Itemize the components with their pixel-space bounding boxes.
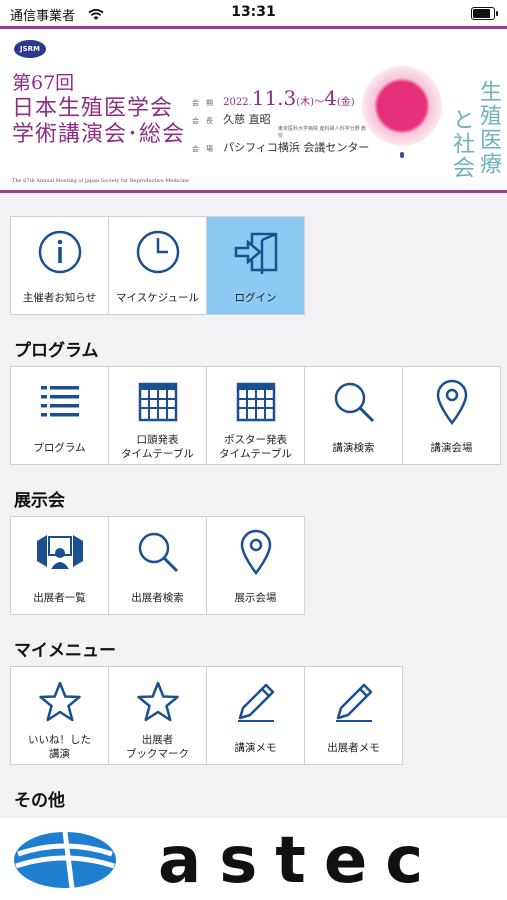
login-icon bbox=[207, 229, 304, 275]
astec-logo-icon bbox=[12, 830, 118, 894]
banner-top-line bbox=[0, 26, 507, 29]
tile-label: 講演メモ bbox=[234, 742, 277, 754]
banner-venue-row: 会 場 パシフィコ横浜 会議センター bbox=[192, 136, 369, 158]
tile-liked-lectures[interactable]: いいね！した 講演 bbox=[10, 666, 109, 765]
tile-exhibitor-list[interactable]: 出展者一覧 bbox=[10, 516, 109, 615]
dates-tail: (金) bbox=[336, 97, 355, 108]
banner-theme-col2: と社会 bbox=[449, 108, 474, 180]
status-bar: 通信事業者 13:31 bbox=[0, 0, 507, 26]
program-grid: プログラム 口頭発表 タイムテーブル ポスター発表 タイムテーブル 講演検索 講演会… bbox=[10, 366, 501, 465]
banner-orb-graphic bbox=[360, 64, 444, 148]
info-icon bbox=[11, 229, 108, 275]
pencil-icon bbox=[207, 679, 304, 725]
venue-name: パシフィコ横浜 会議センター bbox=[223, 141, 370, 154]
section-title-exhibit: 展示会 bbox=[14, 491, 65, 511]
sponsor-banner[interactable]: astec bbox=[0, 818, 507, 900]
tile-lecture-venue[interactable]: 講演会場 bbox=[402, 366, 501, 465]
tile-my-schedule[interactable]: マイスケジュール bbox=[108, 216, 207, 315]
banner-bottom-line bbox=[0, 190, 507, 193]
clock: 13:31 bbox=[231, 4, 276, 20]
tile-poster-timetable[interactable]: ポスター発表 タイムテーブル bbox=[206, 366, 305, 465]
tile-exhibit-venue[interactable]: 展示会場 bbox=[206, 516, 305, 615]
mymenu-grid: いいね！した 講演 出展者 ブックマーク 講演メモ 出展者メモ bbox=[10, 666, 403, 765]
dates-main: 11.3 bbox=[251, 86, 297, 110]
banner-subtitle: The 67th Annual Meeting of Japan Society… bbox=[12, 178, 189, 184]
tile-label: 出展者検索 bbox=[131, 592, 184, 604]
tile-label: 主催者お知らせ bbox=[22, 292, 97, 304]
tile-label: 展示会場 bbox=[234, 592, 277, 604]
sponsor-brand: astec bbox=[158, 824, 442, 898]
banner-info: 会 期 2022.11.3(木)～4(金) 会 長 久慈 直昭 東京医科大学病院… bbox=[192, 86, 369, 158]
star-icon bbox=[11, 679, 108, 725]
search-icon bbox=[305, 379, 402, 425]
banner-title-society: 日本生殖医学会 bbox=[12, 96, 174, 121]
dates-label: 会 期 bbox=[192, 99, 213, 107]
dates-year: 2022. bbox=[223, 97, 252, 108]
section-title-program: プログラム bbox=[14, 341, 99, 361]
tile-label: プログラム bbox=[33, 442, 86, 454]
clock-icon bbox=[109, 229, 206, 275]
tile-label: 講演検索 bbox=[332, 442, 375, 454]
chair-name: 久慈 直昭 bbox=[223, 113, 271, 126]
list-icon bbox=[11, 379, 108, 425]
tile-program[interactable]: プログラム bbox=[10, 366, 109, 465]
map-pin-icon bbox=[403, 379, 500, 425]
tile-label: 出展者 ブックマーク bbox=[126, 734, 189, 760]
tile-exhibitor-search[interactable]: 出展者検索 bbox=[108, 516, 207, 615]
banner-title-edition: 第67回 bbox=[12, 72, 75, 94]
tile-oral-timetable[interactable]: 口頭発表 タイムテーブル bbox=[108, 366, 207, 465]
banner-title: 第67回 日本生殖医学会 学術講演会･総会 bbox=[12, 70, 185, 148]
tile-label: 口頭発表 タイムテーブル bbox=[121, 434, 194, 460]
dates-end: 4 bbox=[324, 86, 337, 110]
star-icon bbox=[109, 679, 206, 725]
tile-exhibitor-memo[interactable]: 出展者メモ bbox=[304, 666, 403, 765]
tile-label: 出展者一覧 bbox=[33, 592, 86, 604]
tile-login[interactable]: ログイン bbox=[206, 216, 305, 315]
banner-orb-drop bbox=[400, 152, 404, 158]
calendar-grid-icon bbox=[207, 379, 304, 425]
banner-dates-row: 会 期 2022.11.3(木)～4(金) bbox=[192, 86, 369, 110]
calendar-grid-icon bbox=[109, 379, 206, 425]
tile-organizer-notices[interactable]: 主催者お知らせ bbox=[10, 216, 109, 315]
tile-lecture-search[interactable]: 講演検索 bbox=[304, 366, 403, 465]
tile-label: いいね！した 講演 bbox=[28, 734, 91, 760]
tile-label: ログイン bbox=[234, 292, 277, 304]
battery-icon bbox=[471, 7, 498, 20]
pencil-icon bbox=[305, 679, 402, 725]
section-title-other: その他 bbox=[14, 791, 65, 811]
tile-label: マイスケジュール bbox=[116, 292, 199, 304]
society-logo: JSRM bbox=[14, 40, 46, 58]
exhibit-grid: 出展者一覧 出展者検索 展示会場 bbox=[10, 516, 305, 615]
banner-title-meeting: 学術講演会･総会 bbox=[12, 122, 186, 147]
tile-lecture-memo[interactable]: 講演メモ bbox=[206, 666, 305, 765]
conference-banner: JSRM 第67回 日本生殖医学会 学術講演会･総会 The 67th Annu… bbox=[0, 26, 507, 193]
tile-label: 出展者メモ bbox=[327, 742, 380, 754]
chair-label: 会 長 bbox=[192, 117, 213, 125]
top-menu-grid: 主催者お知らせ マイスケジュール ログイン bbox=[10, 216, 305, 315]
venue-label: 会 場 bbox=[192, 145, 213, 153]
dates-mid: (木)～ bbox=[296, 97, 325, 108]
exhibitor-icon bbox=[11, 529, 108, 575]
search-icon bbox=[109, 529, 206, 575]
tile-label: ポスター発表 タイムテーブル bbox=[219, 434, 292, 460]
banner-chair-row: 会 長 久慈 直昭 東京医科大学病院 産科婦人科学分野 教授 bbox=[192, 108, 369, 139]
tile-label: 講演会場 bbox=[430, 442, 473, 454]
tile-exhibitor-bookmarks[interactable]: 出展者 ブックマーク bbox=[108, 666, 207, 765]
map-pin-icon bbox=[207, 529, 304, 575]
section-title-mymenu: マイメニュー bbox=[14, 641, 116, 661]
